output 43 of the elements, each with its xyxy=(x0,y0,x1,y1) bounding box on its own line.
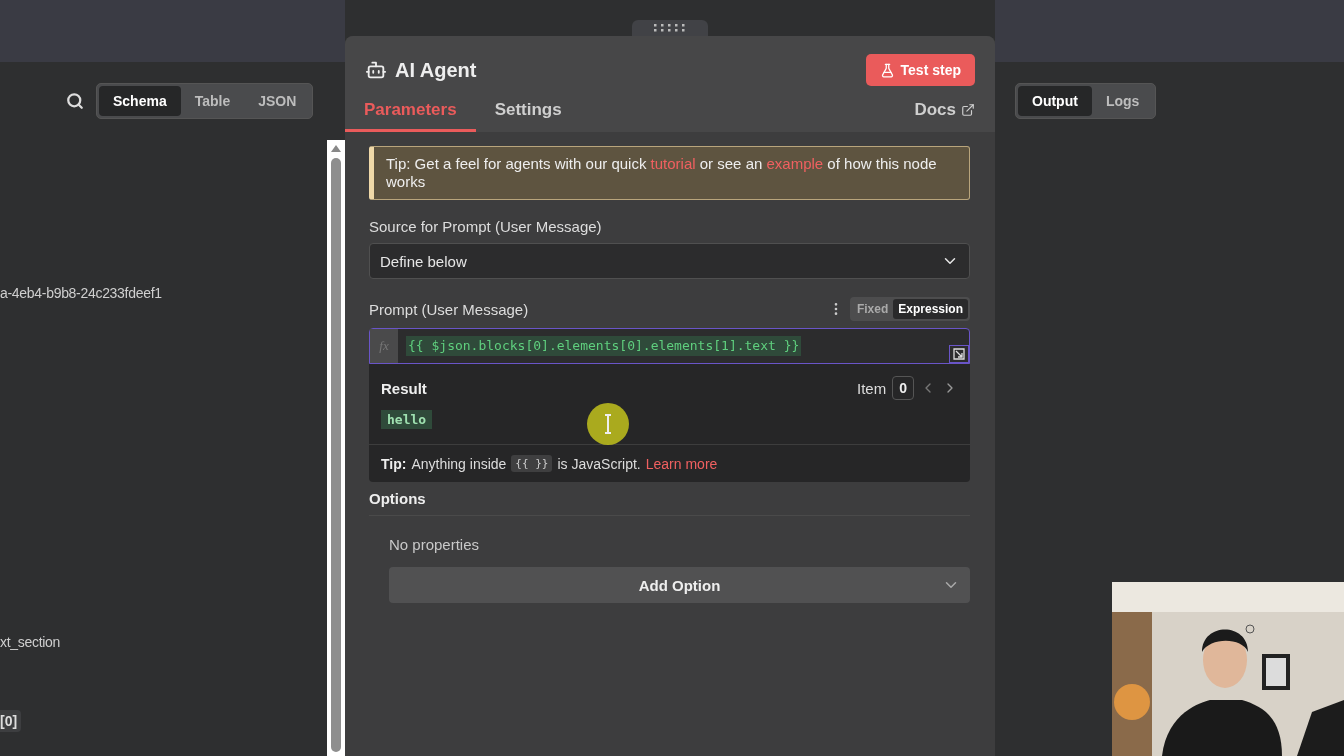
view-tab[interactable]: Table xyxy=(180,86,245,116)
panel-tab[interactable]: Parameters xyxy=(345,92,476,132)
add-option-button[interactable]: Add Option xyxy=(389,567,970,603)
tip-banner: Tip: Get a feel for agents with our quick tutorial or see an example of how this node works xyxy=(369,146,970,200)
output-tab[interactable]: Output xyxy=(1018,86,1092,116)
field-label: Source for Prompt (User Message) xyxy=(369,218,602,235)
schema-field-text: a-4eb4-b9b8-24c233fdeef1 xyxy=(0,285,163,301)
mode-option[interactable]: Expression xyxy=(893,299,968,319)
empty-message: No properties xyxy=(389,536,481,553)
search-icon[interactable] xyxy=(66,92,84,110)
item-label: Item xyxy=(857,379,887,397)
item-index-field[interactable]: 0 xyxy=(892,376,914,400)
source-dropdown[interactable]: Define below xyxy=(369,243,970,279)
cursor-highlight-icon xyxy=(586,402,630,446)
options-heading: Options xyxy=(369,490,426,507)
index-tag: [0] xyxy=(0,710,22,732)
learn-more-link[interactable]: Learn more xyxy=(645,455,718,472)
scrollbar-thumb[interactable] xyxy=(331,158,341,752)
hint-text: is JavaScript. xyxy=(557,455,641,472)
grip-icon[interactable] xyxy=(653,24,687,32)
node-title: AI Agent xyxy=(395,58,478,82)
view-tab[interactable]: Schema xyxy=(99,86,181,116)
output-tab[interactable]: Logs xyxy=(1091,86,1154,116)
view-tab[interactable]: JSON xyxy=(244,86,311,116)
expression-text: {{ $json.blocks[0].elements[0].elements[1].text }} xyxy=(406,336,802,356)
result-value: hello xyxy=(381,410,433,429)
docs-link[interactable]: Docs xyxy=(914,100,975,132)
panel-tab[interactable]: Settings xyxy=(475,92,581,132)
field-label: Prompt (User Message) xyxy=(369,300,529,318)
scroll-up-icon[interactable] xyxy=(331,144,341,152)
schema-field-text: xt_section xyxy=(0,634,62,650)
test-step-button[interactable]: Test step xyxy=(865,54,975,86)
result-label: Result xyxy=(381,379,427,397)
external-link-icon xyxy=(961,103,975,117)
robot-icon xyxy=(365,59,387,81)
scrollbar[interactable] xyxy=(327,140,345,756)
flask-icon xyxy=(879,62,895,78)
expand-icon[interactable] xyxy=(949,345,969,363)
code-snippet: {{ }} xyxy=(511,455,553,472)
drag-handle[interactable] xyxy=(632,20,708,36)
hint-label: Tip: xyxy=(381,455,407,472)
hint-text: Anything inside xyxy=(411,455,507,472)
mode-option[interactable]: Fixed xyxy=(851,299,894,319)
